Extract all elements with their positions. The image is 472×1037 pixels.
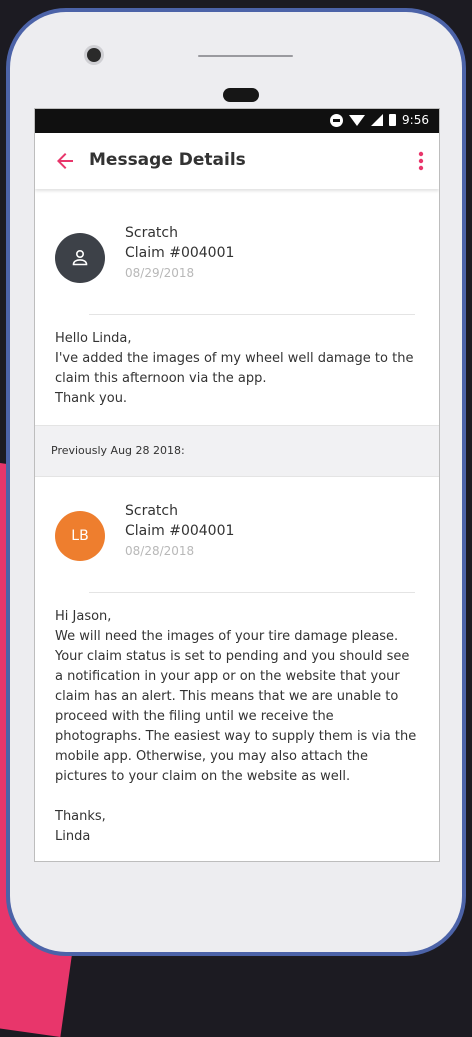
divider	[89, 314, 415, 315]
message-line: I've added the images of my wheel well d…	[55, 351, 414, 386]
battery-icon	[389, 114, 397, 126]
person-icon	[72, 249, 88, 266]
sender-info: Scratch Claim #004001 08/28/2018	[125, 501, 234, 561]
wifi-icon	[349, 114, 366, 126]
avatar: LB	[55, 511, 105, 561]
previous-section-header: Previously Aug 28 2018:	[35, 425, 439, 477]
message-body: Hi Jason, We will need the images of you…	[35, 593, 439, 861]
divider	[89, 592, 415, 593]
status-time: 9:56	[402, 113, 429, 127]
message-line: Linda	[55, 829, 91, 844]
message-subject: Scratch	[125, 225, 178, 241]
phone-frame: 9:56 Message Details Scratch Claim #0040…	[6, 8, 466, 956]
earpiece	[223, 88, 259, 102]
message-body: Hello Linda, I've added the images of my…	[35, 315, 439, 425]
phone-body: 9:56 Message Details Scratch Claim #0040…	[10, 12, 462, 952]
message-subject: Scratch	[125, 503, 178, 519]
status-bar: 9:56	[35, 109, 439, 133]
sender-info: Scratch Claim #004001 08/29/2018	[125, 223, 234, 283]
message-line: Thanks,	[55, 809, 106, 824]
do-not-disturb-icon	[330, 113, 344, 127]
more-options-icon[interactable]	[411, 149, 431, 173]
avatar	[55, 233, 105, 283]
message-date: 08/29/2018	[125, 266, 195, 280]
signal-icon	[371, 114, 384, 126]
avatar-initials: LB	[71, 528, 89, 544]
message-line: Thank you.	[55, 391, 128, 406]
claim-number: Claim #004001	[125, 523, 235, 539]
page-title: Message Details	[89, 150, 246, 170]
message-line	[55, 787, 419, 807]
front-camera-icon	[87, 48, 101, 62]
speaker-grille	[198, 55, 293, 57]
claim-number: Claim #004001	[125, 245, 235, 261]
message-header: LB Scratch Claim #004001 08/28/2018	[35, 477, 439, 593]
back-arrow-icon[interactable]	[53, 149, 77, 173]
message-header: Scratch Claim #004001 08/29/2018	[35, 189, 439, 315]
message-date: 08/28/2018	[125, 544, 195, 558]
phone-screen: 9:56 Message Details Scratch Claim #0040…	[34, 108, 440, 862]
message-line: We will need the images of your tire dam…	[55, 629, 417, 784]
app-bar: Message Details	[35, 133, 439, 189]
message-line: Hello Linda,	[55, 331, 132, 346]
message-thread: Scratch Claim #004001 08/29/2018 Hello L…	[35, 189, 439, 861]
message-line: Hi Jason,	[55, 609, 112, 624]
